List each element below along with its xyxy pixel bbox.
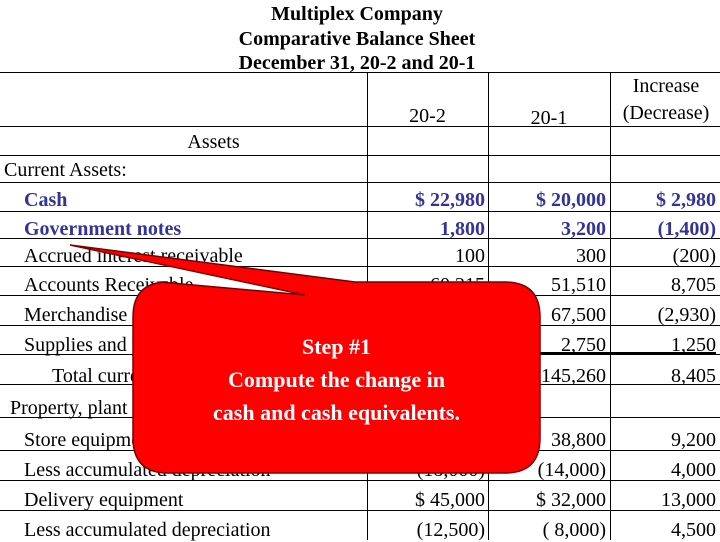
callout-step: Step #1 bbox=[301, 334, 372, 359]
callout-line3: cash and cash equivalents. bbox=[213, 400, 460, 425]
callout-line2: Compute the change in bbox=[228, 367, 445, 392]
step-callout bbox=[69, 244, 541, 474]
